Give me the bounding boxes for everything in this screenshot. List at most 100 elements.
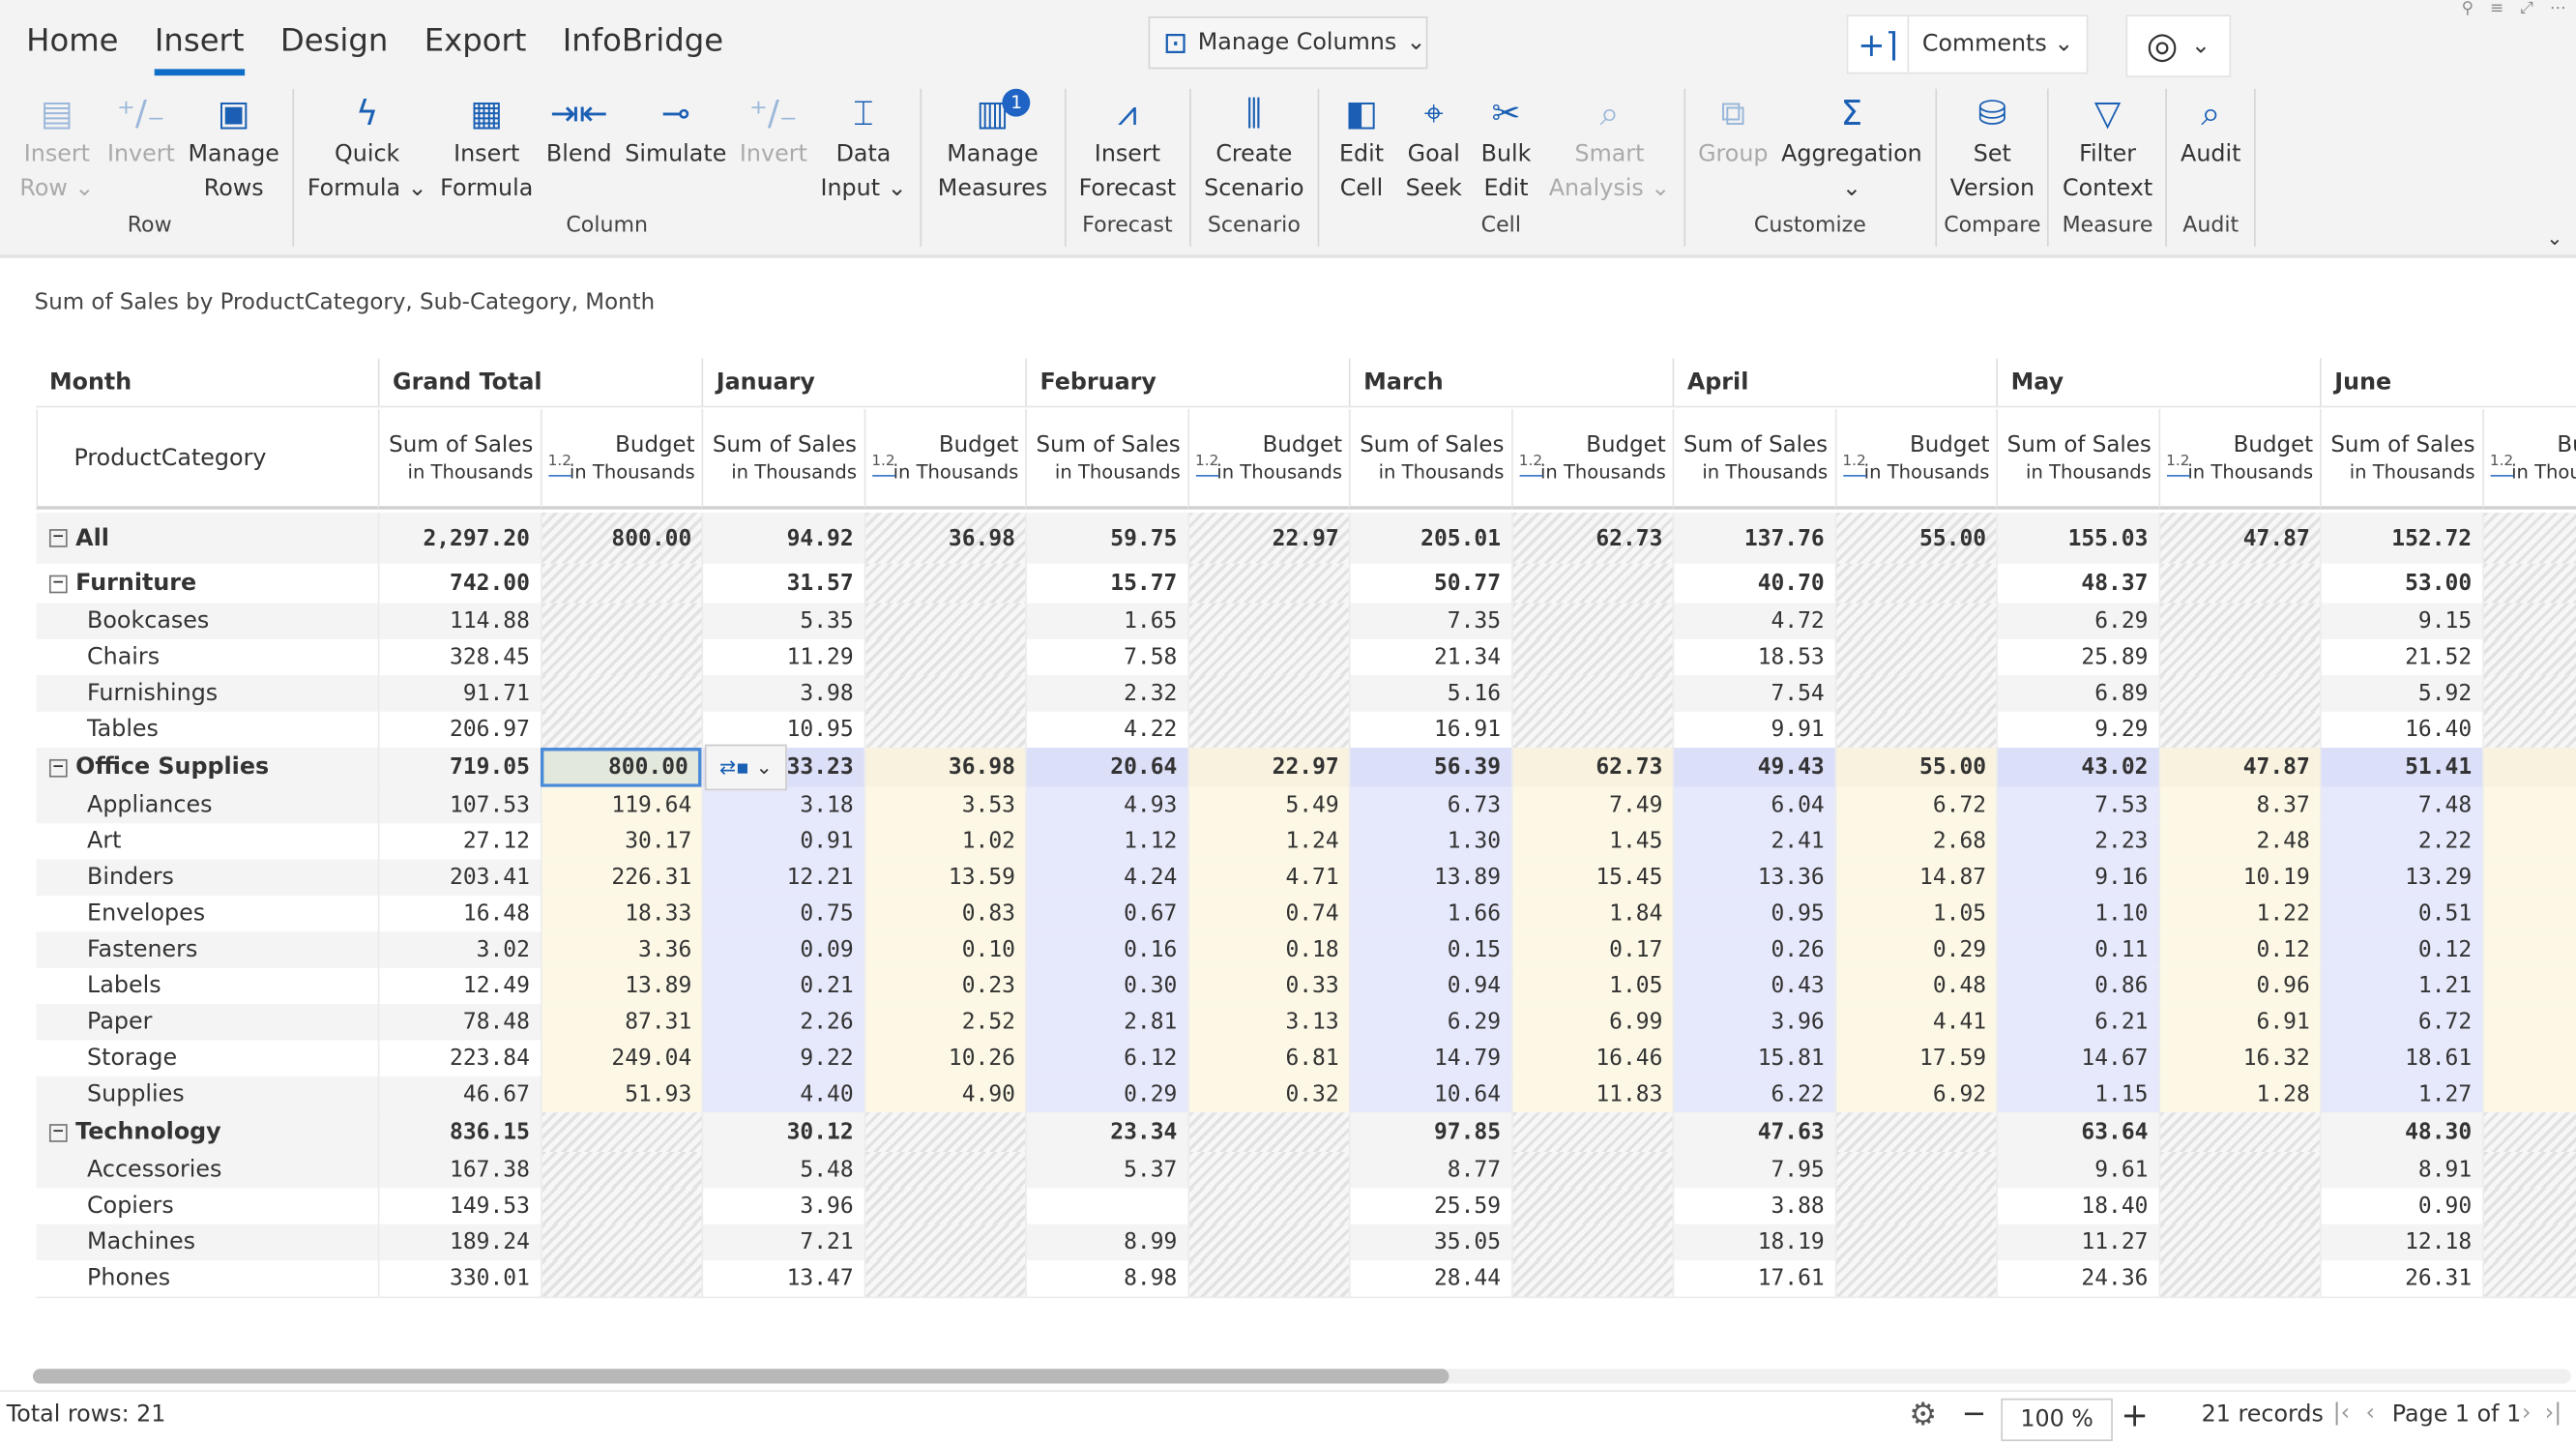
sales-cell[interactable]: 13.89 xyxy=(1348,859,1511,896)
budget-cell[interactable]: 1.05 xyxy=(1510,967,1673,1005)
sales-cell[interactable]: 7.58 xyxy=(1025,638,1186,676)
budget-cell[interactable] xyxy=(540,675,702,712)
sales-cell[interactable]: 11.29 xyxy=(701,638,863,676)
budget-cell[interactable]: 119.64 xyxy=(540,786,702,824)
budget-cell[interactable] xyxy=(2157,711,2320,749)
budget-cell[interactable] xyxy=(2157,563,2320,604)
budget-cell[interactable]: 3.53 xyxy=(863,786,1026,824)
sales-cell[interactable]: 25.59 xyxy=(1348,1188,1510,1224)
sales-cell[interactable]: 3.96 xyxy=(701,1188,863,1224)
last-page-icon[interactable]: ›| xyxy=(2545,1401,2562,1427)
sales-cell[interactable]: 3.98 xyxy=(701,675,863,712)
zoom-in-button[interactable]: + xyxy=(2121,1395,2148,1434)
budget-cell[interactable] xyxy=(1186,1112,1349,1152)
measure-header-budget[interactable]: Budgetin Thousands1.2 xyxy=(1510,409,1673,510)
budget-cell[interactable]: 55.00 xyxy=(1833,513,1997,564)
set-version-button[interactable]: ⛁ Set Version xyxy=(1944,89,2041,214)
manage-rows-button[interactable]: ▣ Manage Rows xyxy=(182,89,286,214)
budget-cell[interactable]: 62.73 xyxy=(1510,748,1673,787)
budget-cell[interactable]: 4.41 xyxy=(1833,1004,1997,1041)
sales-cell[interactable]: 18.61 xyxy=(2319,1040,2482,1076)
measure-header-sales[interactable]: Sum of Sales in Thousands xyxy=(1672,409,1834,510)
budget-cell[interactable] xyxy=(1833,675,1997,712)
collapse-icon[interactable]: − xyxy=(48,574,68,593)
horizontal-scrollbar[interactable] xyxy=(32,1369,2571,1384)
budget-cell[interactable] xyxy=(2481,563,2576,604)
budget-cell[interactable] xyxy=(2481,638,2576,676)
budget-cell[interactable] xyxy=(540,1112,702,1152)
budget-cell[interactable] xyxy=(1510,1188,1673,1224)
budget-cell[interactable] xyxy=(1833,1224,1997,1261)
budget-cell[interactable]: 0.17 xyxy=(1510,931,1673,968)
budget-cell[interactable]: 47.87 xyxy=(2157,513,2320,564)
sales-cell[interactable]: 0.16 xyxy=(1025,931,1187,968)
budget-cell[interactable] xyxy=(540,563,702,604)
sales-cell[interactable]: 223.84 xyxy=(377,1040,540,1076)
sales-cell[interactable]: 8.91 xyxy=(2319,1151,2481,1189)
sales-cell[interactable]: 0.75 xyxy=(701,895,864,932)
budget-cell[interactable] xyxy=(1510,1224,1673,1261)
budget-cell[interactable]: 4.71 xyxy=(1186,859,1349,896)
invert-row-button[interactable]: ⁺∕₋ Invert xyxy=(101,89,182,214)
budget-cell[interactable]: 0.18 xyxy=(1186,931,1349,968)
budget-cell[interactable] xyxy=(540,1260,702,1297)
sales-cell[interactable]: 16.91 xyxy=(1348,711,1510,749)
sales-cell[interactable]: 13.29 xyxy=(2319,859,2482,896)
tab-export[interactable]: Export xyxy=(424,23,527,75)
aggregation-button[interactable]: Σ Aggregation ⌄ xyxy=(1774,89,1928,214)
zoom-level-input[interactable]: 100 % xyxy=(2001,1398,2113,1442)
sales-cell[interactable]: 12.18 xyxy=(2319,1224,2481,1261)
budget-cell[interactable]: 5.49 xyxy=(1186,786,1349,824)
budget-cell[interactable]: 1.45 xyxy=(1510,823,1673,860)
budget-cell[interactable] xyxy=(540,603,702,639)
budget-cell[interactable] xyxy=(2157,603,2320,639)
column-header-may[interactable]: May xyxy=(1996,358,2320,408)
budget-cell[interactable] xyxy=(2157,1260,2320,1297)
measure-header-sales[interactable]: Sum of Sales in Thousands xyxy=(377,409,541,510)
sales-cell[interactable]: 2.41 xyxy=(1672,823,1834,860)
sales-cell[interactable]: 13.47 xyxy=(701,1260,863,1297)
sales-cell[interactable]: 0.29 xyxy=(1025,1076,1187,1113)
measure-header-budget[interactable]: Budgetin Thousands1.2 xyxy=(2481,409,2576,510)
budget-cell[interactable]: 51.93 xyxy=(540,1076,702,1113)
pin-icon[interactable]: ⚲ xyxy=(2462,0,2474,18)
sales-cell[interactable]: 28.44 xyxy=(1348,1260,1510,1297)
budget-cell[interactable] xyxy=(1833,1151,1997,1189)
sales-cell[interactable]: 63.64 xyxy=(1996,1112,2157,1152)
budget-cell[interactable]: 13.89 xyxy=(540,967,702,1005)
sales-cell[interactable]: 49.43 xyxy=(1672,748,1834,787)
budget-cell[interactable]: 13.59 xyxy=(863,859,1026,896)
tab-insert[interactable]: Insert xyxy=(154,23,245,76)
budget-cell[interactable] xyxy=(1833,638,1997,676)
sales-cell[interactable]: 97.85 xyxy=(1348,1112,1510,1152)
column-header-february[interactable]: February xyxy=(1025,358,1349,408)
budget-cell[interactable] xyxy=(540,1151,702,1189)
budget-cell[interactable] xyxy=(2157,1188,2320,1224)
sales-cell[interactable]: 1.30 xyxy=(1348,823,1511,860)
budget-cell[interactable] xyxy=(2481,895,2576,932)
budget-cell[interactable] xyxy=(863,711,1026,749)
budget-cell[interactable] xyxy=(2481,748,2576,787)
budget-cell[interactable] xyxy=(1186,563,1349,604)
budget-cell[interactable]: 1.24 xyxy=(1186,823,1349,860)
column-header-june[interactable]: June xyxy=(2319,358,2576,408)
budget-cell[interactable] xyxy=(2157,1224,2320,1261)
budget-cell[interactable] xyxy=(540,1188,702,1224)
sales-cell[interactable]: 6.73 xyxy=(1348,786,1511,824)
sales-cell[interactable]: 8.98 xyxy=(1025,1260,1186,1297)
budget-cell[interactable] xyxy=(2481,675,2576,712)
sales-cell[interactable]: 137.76 xyxy=(1672,513,1834,564)
sales-cell[interactable]: 16.48 xyxy=(377,895,540,932)
column-header-april[interactable]: April xyxy=(1672,358,1997,408)
budget-cell[interactable]: 0.33 xyxy=(1186,967,1349,1005)
budget-cell[interactable] xyxy=(1186,603,1349,639)
sales-cell[interactable]: 0.90 xyxy=(2319,1188,2481,1224)
row-header-category[interactable]: ProductCategory xyxy=(36,409,378,510)
sales-cell[interactable]: 31.57 xyxy=(701,563,863,604)
invert-column-button[interactable]: ⁺∕₋ Invert xyxy=(733,89,814,214)
sales-cell[interactable]: 12.49 xyxy=(377,967,540,1005)
number-format-icon[interactable]: 1.2 xyxy=(1842,449,1866,477)
budget-cell[interactable]: 17.59 xyxy=(1833,1040,1997,1076)
sales-cell[interactable]: 4.40 xyxy=(701,1076,864,1113)
budget-cell[interactable] xyxy=(540,638,702,676)
